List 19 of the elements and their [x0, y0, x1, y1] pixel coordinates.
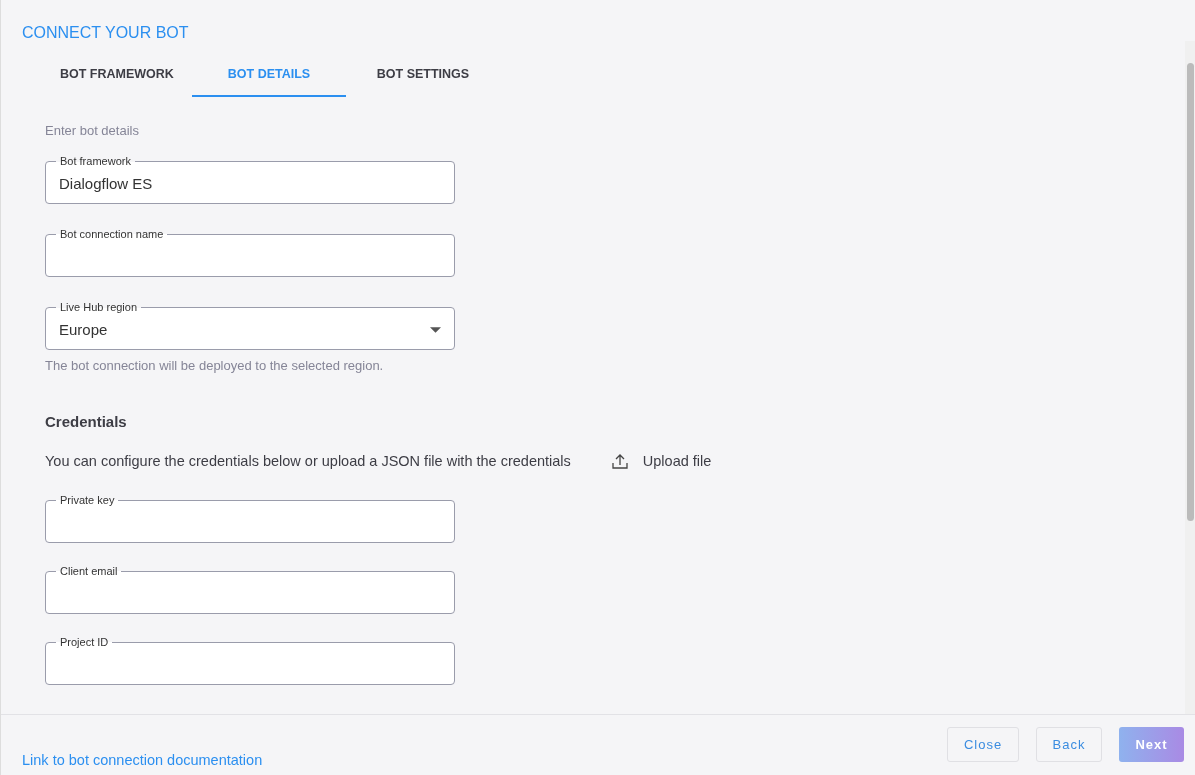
dialog-title: CONNECT YOUR BOT	[21, 23, 190, 41]
field-label: Private key	[56, 494, 119, 507]
help-text: The bot connection will be deployed to the selected region.	[45, 358, 384, 373]
tab[interactable]: BOT SETTINGS	[346, 53, 500, 97]
field-label: Project ID	[56, 636, 113, 649]
upload-icon	[610, 452, 629, 470]
section-heading: Credentials	[45, 413, 127, 430]
tab[interactable]: BOT FRAMEWORK	[38, 53, 192, 97]
description-text: You can configure the credentials below or upload a JSON file with the credentials	[45, 453, 571, 469]
scrollbar[interactable]	[1185, 41, 1195, 714]
field-value: Dialogflow ES	[59, 175, 153, 192]
field-label: Bot connection name	[56, 228, 168, 241]
field-label: Live Hub region	[56, 301, 142, 314]
field-value: Europe	[59, 321, 108, 338]
caret-icon	[430, 327, 441, 333]
section-hint: Enter bot details	[45, 123, 139, 138]
field-label: Bot framework	[56, 155, 135, 168]
field-label: Client email	[56, 565, 122, 578]
upload-button[interactable]: Upload file	[610, 452, 712, 470]
